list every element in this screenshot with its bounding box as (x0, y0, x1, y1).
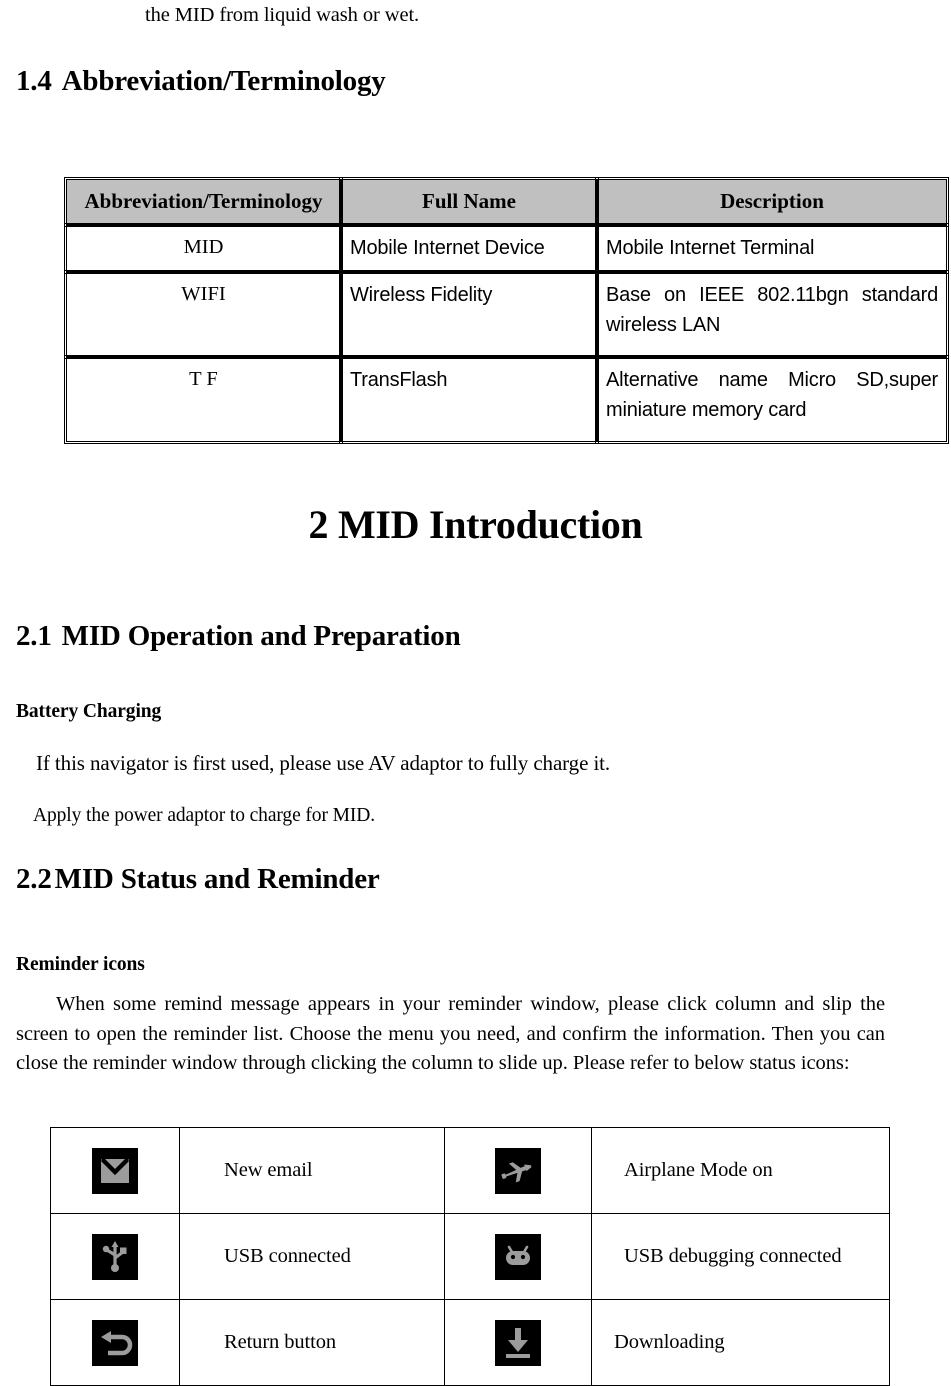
abbreviation-table: Abbreviation/Terminology Full Name Descr… (64, 177, 949, 444)
header-cell-full-name: Full Name (339, 177, 599, 227)
value-description: Mobile Internet Terminal (606, 237, 815, 259)
table-header-row: Abbreviation/Terminology Full Name Descr… (64, 177, 949, 227)
label-cell-usb-connected: USB connected (179, 1213, 445, 1300)
table-row: WIFI Wireless Fidelity Base on IEEE 802.… (64, 270, 949, 359)
cell-abbreviation: T F (64, 355, 343, 444)
heading-2-2-text: MID Status and Reminder (54, 863, 380, 895)
paragraph-reminder: When some remind message appears in your… (16, 990, 885, 1079)
subheading-battery-charging: Battery Charging (16, 701, 162, 722)
heading-2-1: 2.1 MID Operation and Preparation (16, 618, 461, 654)
airplane-mode-icon (495, 1147, 541, 1194)
icon-cell-usb-debugging (444, 1213, 592, 1300)
value-description: Alternative name Micro SD,super miniatur… (606, 369, 938, 421)
table-row: New email Airplane Mode on (50, 1127, 890, 1214)
chapter-title: 2 MID Introduction (308, 502, 643, 547)
heading-2-1-number: 2.1 (16, 620, 52, 652)
value-abbreviation: T F (189, 368, 218, 390)
value-abbreviation: MID (183, 236, 224, 258)
subheading-reminder-icons: Reminder icons (16, 954, 145, 975)
table-row: T F TransFlash Alternative name Micro SD… (64, 355, 949, 444)
continuation-text: the MID from liquid wash or wet. (145, 4, 420, 26)
cell-description: Alternative name Micro SD,super miniatur… (595, 355, 949, 444)
heading-2-1-text: MID Operation and Preparation (61, 620, 461, 652)
icon-label-usb-connected: USB connected (224, 1245, 351, 1267)
cell-abbreviation: WIFI (64, 270, 343, 359)
icon-cell-return-button (50, 1299, 180, 1386)
icon-cell-airplane-mode (444, 1127, 592, 1214)
header-label-description: Description (720, 189, 824, 213)
heading-2-2: 2.2 MID Status and Reminder (16, 861, 380, 897)
label-cell-return-button: Return button (179, 1299, 445, 1386)
header-cell-description: Description (595, 177, 949, 227)
header-cell-abbreviation: Abbreviation/Terminology (64, 177, 343, 227)
heading-1-4: 1.4 Abbreviation/Terminology (16, 63, 386, 99)
icon-label-airplane-mode: Airplane Mode on (624, 1159, 773, 1181)
icon-label-return-button: Return button (224, 1331, 337, 1353)
value-description: Base on IEEE 802.11bgn standard wireless… (606, 284, 938, 336)
downloading-icon (495, 1319, 541, 1366)
android-usb-debugging-icon (495, 1233, 541, 1280)
cell-full-name: TransFlash (339, 355, 599, 444)
new-email-icon (92, 1147, 138, 1194)
heading-1-4-text: Abbreviation/Terminology (61, 65, 386, 97)
cell-description: Base on IEEE 802.11bgn standard wireless… (595, 270, 949, 359)
icon-label-downloading: Downloading (614, 1331, 725, 1353)
table-row: MID Mobile Internet Device Mobile Intern… (64, 223, 949, 274)
label-cell-new-email: New email (179, 1127, 445, 1214)
icon-label-new-email: New email (224, 1159, 313, 1181)
table-row: USB connected USB debugging connected (50, 1213, 890, 1300)
cell-full-name: Wireless Fidelity (339, 270, 599, 359)
document-page: the MID from liquid wash or wet. 1.4 Abbr… (0, 0, 951, 1386)
body-text-charge-line-1: If this navigator is first used, please … (36, 751, 611, 775)
value-full-name: Mobile Internet Device (350, 237, 545, 259)
header-label-full-name: Full Name (422, 189, 516, 213)
value-abbreviation: WIFI (181, 283, 226, 305)
value-full-name: TransFlash (350, 369, 448, 391)
label-cell-airplane-mode: Airplane Mode on (591, 1127, 890, 1214)
icon-cell-new-email (50, 1127, 180, 1214)
header-label-abbreviation: Abbreviation/Terminology (84, 189, 323, 213)
cell-full-name: Mobile Internet Device (339, 223, 599, 274)
return-button-icon (92, 1319, 138, 1366)
heading-2-2-number: 2.2 (16, 863, 52, 895)
usb-connected-icon (92, 1233, 138, 1280)
reminder-icon-table: New email Airplane Mode on USB connected… (50, 1127, 890, 1386)
paragraph-reminder-text: When some remind message appears in your… (16, 993, 885, 1074)
icon-cell-usb-connected (50, 1213, 180, 1300)
icon-label-usb-debugging: USB debugging connected (624, 1245, 842, 1267)
value-full-name: Wireless Fidelity (350, 284, 493, 306)
cell-description: Mobile Internet Terminal (595, 223, 949, 274)
label-cell-downloading: Downloading (591, 1299, 890, 1386)
table-row: Return button Downloading (50, 1299, 890, 1386)
icon-cell-downloading (444, 1299, 592, 1386)
cell-abbreviation: MID (64, 223, 343, 274)
body-text-charge-line-2: Apply the power adaptor to charge for MI… (33, 805, 376, 826)
label-cell-usb-debugging: USB debugging connected (591, 1213, 890, 1300)
heading-1-4-number: 1.4 (16, 65, 52, 97)
